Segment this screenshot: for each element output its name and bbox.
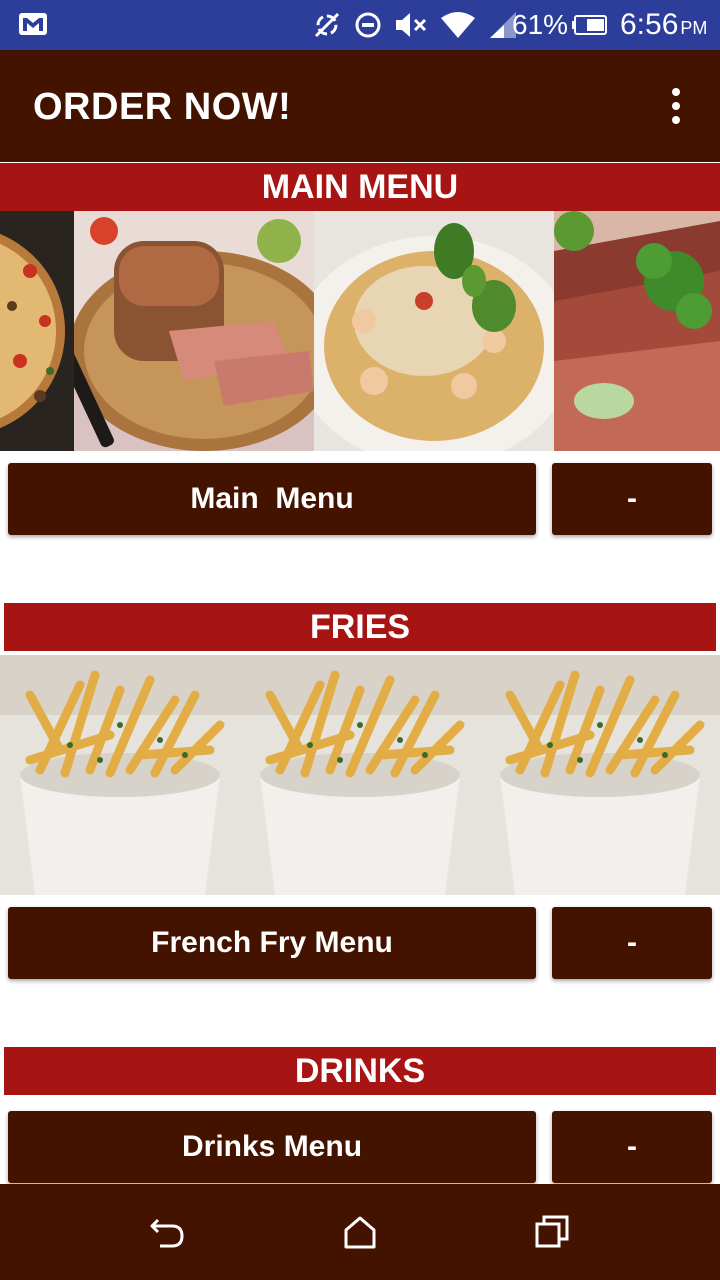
drinks-menu-button[interactable]: Drinks Menu	[8, 1111, 536, 1183]
home-icon[interactable]	[342, 1214, 378, 1250]
main-menu-collapse-button[interactable]: -	[552, 463, 712, 535]
clock-time: 6:56	[620, 8, 679, 41]
status-bar: 61% 6:56 PM	[0, 0, 720, 50]
main-menu-button[interactable]: Main Menu	[8, 463, 536, 535]
clock-ampm: PM	[680, 18, 708, 38]
section-header-fries: FRIES	[4, 603, 716, 651]
pasta-image	[314, 211, 554, 451]
french-fries-image	[480, 655, 720, 895]
french-fry-menu-button[interactable]: French Fry Menu	[8, 907, 536, 979]
back-icon[interactable]	[148, 1214, 188, 1250]
section-header-main-menu: MAIN MENU	[0, 163, 720, 211]
fries-image-strip	[0, 655, 720, 895]
meatloaf-image	[74, 211, 314, 451]
volume-muted-icon	[396, 13, 427, 37]
more-vert-icon[interactable]	[664, 86, 688, 126]
drinks-collapse-button[interactable]: -	[552, 1111, 712, 1183]
sync-off-icon	[314, 12, 340, 38]
battery-icon	[572, 15, 607, 35]
steak-image	[554, 211, 720, 451]
recents-icon[interactable]	[534, 1214, 570, 1250]
wifi-icon	[441, 12, 475, 38]
battery-percent: 61%	[512, 9, 569, 40]
fries-collapse-button[interactable]: -	[552, 907, 712, 979]
app-title: ORDER NOW!	[33, 86, 292, 128]
app-bar: ORDER NOW!	[0, 50, 720, 162]
do-not-disturb-icon	[355, 12, 381, 38]
gmail-icon	[19, 13, 47, 35]
section-header-drinks: DRINKS	[4, 1047, 716, 1095]
clock: 6:56 PM	[620, 8, 707, 42]
french-fries-image	[240, 655, 480, 895]
pizza-image	[0, 211, 74, 451]
navigation-bar	[0, 1184, 720, 1280]
main-menu-image-strip	[0, 211, 720, 451]
french-fries-image	[0, 655, 240, 895]
